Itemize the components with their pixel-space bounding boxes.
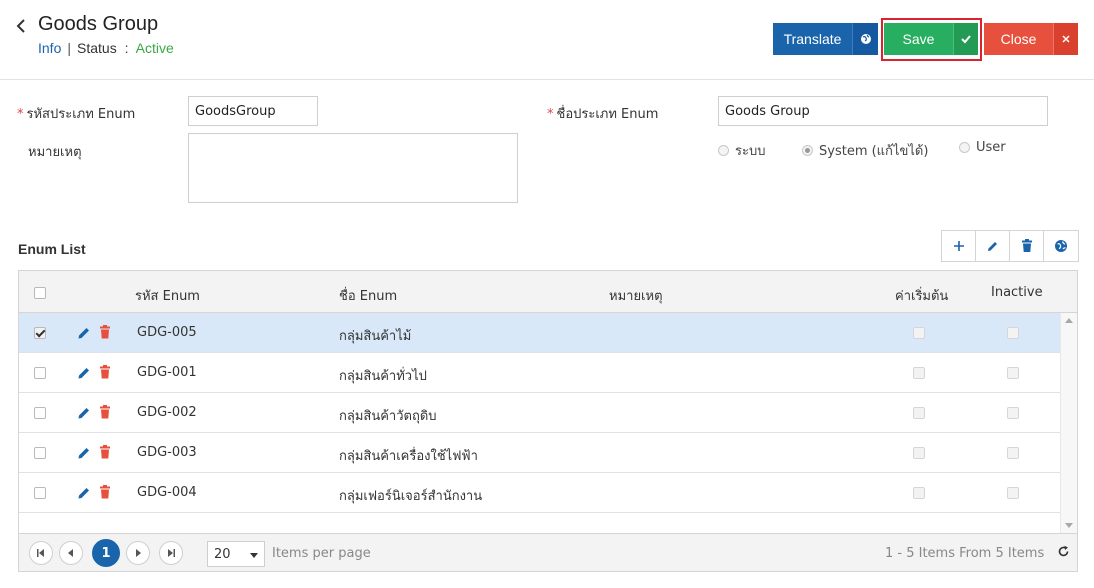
chevron-down-icon [250,553,258,558]
row-checkbox[interactable] [34,487,46,499]
row-default-checkbox[interactable] [913,367,925,379]
globe-icon[interactable] [852,23,878,55]
row-inactive-checkbox[interactable] [1007,367,1019,379]
row-default-checkbox[interactable] [913,407,925,419]
row-checkbox[interactable] [34,407,46,419]
row-code: GDG-003 [137,445,197,460]
remark-textarea[interactable] [188,133,518,203]
trash-icon[interactable] [1010,231,1044,261]
row-name: กลุ่มสินค้าไม้ [339,329,412,344]
pager-summary: 1 - 5 Items From 5 Items [885,546,1045,561]
select-all-checkbox[interactable] [34,287,46,299]
page-header: Goods Group Info | Status : Active Transla… [0,0,1094,80]
enum-grid: รหัส Enum ชื่อ Enum หมายเหตุ ค่าเริ่มต้น… [18,270,1078,572]
radio-dot-selected[interactable] [802,145,813,156]
col-inactive[interactable]: Inactive [991,285,1043,300]
edit-icon[interactable] [77,446,91,464]
back-chevron-icon[interactable] [14,14,32,38]
row-checkbox[interactable] [34,447,46,459]
remark-label: หมายเหตุ [28,145,82,160]
edit-icon[interactable] [976,231,1010,261]
col-code[interactable]: รหัส Enum [135,285,200,306]
edit-icon[interactable] [77,366,91,384]
table-row[interactable]: GDG-001 กลุ่มสินค้าทั่วไป [19,353,1060,393]
row-inactive-checkbox[interactable] [1007,407,1019,419]
row-name: กลุ่มสินค้าวัตถุดิบ [339,409,437,424]
row-code: GDG-002 [137,405,197,420]
code-input[interactable]: GoodsGroup [188,96,318,126]
translate-button[interactable]: Translate [773,23,852,55]
row-code: GDG-005 [137,325,197,340]
current-page-button[interactable]: 1 [92,539,120,567]
items-per-page-label: Items per page [272,546,371,561]
row-default-checkbox[interactable] [913,487,925,499]
refresh-icon[interactable] [1057,545,1070,562]
save-button[interactable]: Save [884,23,953,55]
status-line: Info | Status : Active [38,40,174,56]
row-checkbox[interactable] [34,327,46,339]
vertical-scrollbar[interactable] [1060,313,1077,533]
name-input[interactable]: Goods Group [718,96,1048,126]
code-label: * รหัสประเภท Enum [17,107,136,122]
pager: 1 20 Items per page 1 - 5 Items From 5 I… [19,533,1077,571]
grid-header: รหัส Enum ชื่อ Enum หมายเหตุ ค่าเริ่มต้น… [19,271,1077,313]
radio-dot[interactable] [959,142,970,153]
status-badge: Active [135,40,174,56]
first-page-icon[interactable] [29,541,53,565]
row-default-checkbox[interactable] [913,327,925,339]
edit-icon[interactable] [77,326,91,344]
enum-toolbar [941,230,1079,262]
page-size-select[interactable]: 20 [207,541,265,567]
row-inactive-checkbox[interactable] [1007,447,1019,459]
separator: | [67,40,71,56]
scroll-down-icon[interactable] [1065,523,1073,528]
table-row[interactable]: GDG-005 กลุ่มสินค้าไม้ [19,313,1060,353]
row-code: GDG-001 [137,365,197,380]
row-inactive-checkbox[interactable] [1007,487,1019,499]
close-button[interactable]: Close [984,23,1053,55]
trash-icon[interactable] [99,485,111,503]
prev-page-icon[interactable] [59,541,83,565]
info-link[interactable]: Info [38,40,61,56]
status-label: Status [77,40,117,56]
radio-system[interactable]: ระบบ [718,140,765,161]
row-inactive-checkbox[interactable] [1007,327,1019,339]
col-default[interactable]: ค่าเริ่มต้น [895,285,948,306]
table-row[interactable]: GDG-004 กลุ่มเฟอร์นิเจอร์สำนักงาน [19,473,1060,513]
row-name: กลุ่มสินค้าเครื่องใช้ไฟฟ้า [339,449,478,464]
radio-user[interactable]: User [959,140,1006,155]
name-label: * ชื่อประเภท Enum [547,107,659,122]
row-default-checkbox[interactable] [913,447,925,459]
scroll-up-icon[interactable] [1065,318,1073,323]
row-name: กลุ่มเฟอร์นิเจอร์สำนักงาน [339,489,483,504]
table-row[interactable]: GDG-003 กลุ่มสินค้าเครื่องใช้ไฟฟ้า [19,433,1060,473]
globe-icon[interactable] [1044,231,1078,261]
radio-system-editable[interactable]: System (แก้ไขได้) [802,140,928,161]
add-icon[interactable] [942,231,976,261]
trash-icon[interactable] [99,445,111,463]
col-name[interactable]: ชื่อ Enum [339,285,397,306]
row-checkbox[interactable] [34,367,46,379]
last-page-icon[interactable] [159,541,183,565]
next-page-icon[interactable] [126,541,150,565]
trash-icon[interactable] [99,405,111,423]
row-code: GDG-004 [137,485,197,500]
edit-icon[interactable] [77,486,91,504]
trash-icon[interactable] [99,365,111,383]
enum-list-title: Enum List [18,241,86,257]
checkmark-icon[interactable] [953,23,978,55]
trash-icon[interactable] [99,325,111,343]
radio-dot[interactable] [718,145,729,156]
close-icon[interactable] [1053,23,1078,55]
row-name: กลุ่มสินค้าทั่วไป [339,369,427,384]
table-row[interactable]: GDG-002 กลุ่มสินค้าวัตถุดิบ [19,393,1060,433]
status-colon: : [124,40,129,56]
col-remark[interactable]: หมายเหตุ [609,285,663,306]
edit-icon[interactable] [77,406,91,424]
page-title: Goods Group [38,13,159,35]
